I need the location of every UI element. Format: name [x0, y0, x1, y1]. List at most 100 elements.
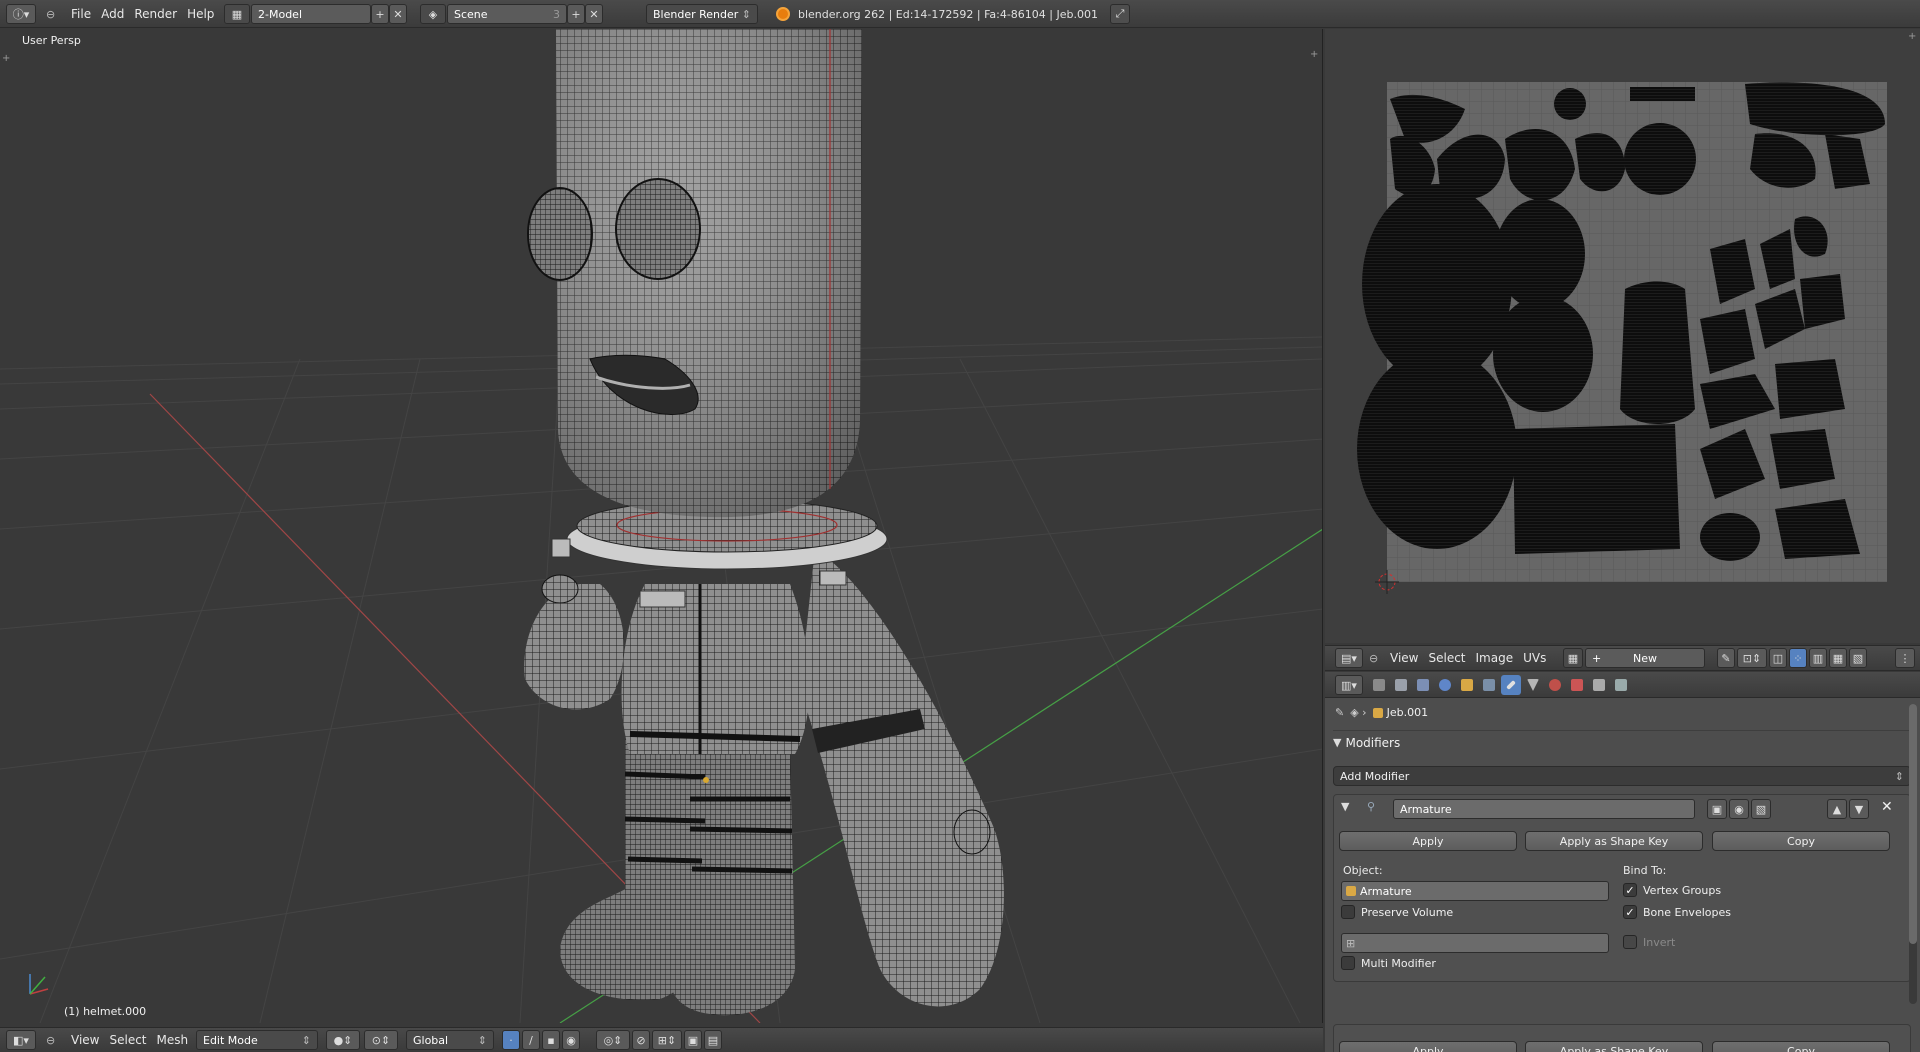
mode-selector[interactable]: Edit Mode ⇕: [196, 1030, 318, 1050]
vertex-select-icon[interactable]: ·: [502, 1030, 520, 1050]
scene-field[interactable]: Scene 3: [447, 4, 567, 24]
menu-select[interactable]: Select: [1423, 651, 1470, 665]
collapse-arrow-icon[interactable]: ▼: [1341, 800, 1349, 813]
invert-checkbox[interactable]: Invert: [1623, 935, 1675, 949]
move-down-icon[interactable]: ▼: [1849, 799, 1869, 819]
new-image[interactable]: + New: [1585, 648, 1705, 668]
add-screen-icon[interactable]: +: [371, 4, 389, 24]
mode-field[interactable]: Edit Mode ⇕: [196, 1030, 318, 1050]
add-modifier-dropdown[interactable]: Add Modifier ⇕: [1333, 766, 1911, 786]
viewport-visibility-icon[interactable]: ◉: [1729, 799, 1749, 819]
render-engine-selector[interactable]: Blender Render ⇕: [646, 4, 758, 24]
screen-layout-field[interactable]: 2-Model: [251, 4, 371, 24]
particles-tab-icon[interactable]: [1589, 675, 1609, 695]
pin-icon[interactable]: ✎: [1335, 706, 1344, 719]
scrollbar-thumb[interactable]: [1909, 704, 1917, 944]
image-browse[interactable]: ▦: [1563, 648, 1583, 668]
menu-view[interactable]: View: [66, 1033, 104, 1047]
render-visibility-icon[interactable]: ▣: [1707, 799, 1727, 819]
snap-magnet-icon[interactable]: ⊘: [632, 1030, 650, 1050]
vertex-groups-checkbox[interactable]: ✓ Vertex Groups: [1623, 883, 1721, 897]
render-animation-icon[interactable]: ▤: [704, 1030, 722, 1050]
editor-type-info[interactable]: ⓘ▾: [6, 4, 36, 24]
menu-select[interactable]: Select: [104, 1033, 151, 1047]
island-select-icon[interactable]: ▧: [1849, 648, 1867, 668]
occlude-geometry-icon[interactable]: ◉: [562, 1030, 580, 1050]
render-layers-tab-icon[interactable]: [1391, 675, 1411, 695]
fullscreen-icon[interactable]: ⤢: [1110, 4, 1130, 24]
viewport-shading[interactable]: ●⇕: [326, 1030, 360, 1050]
checkbox-empty[interactable]: [1341, 905, 1355, 919]
multi-modifier-checkbox[interactable]: Multi Modifier: [1341, 956, 1436, 970]
properties-editor-icon[interactable]: ▥▾: [1335, 675, 1363, 695]
screen-layout-selector[interactable]: ▦ 2-Model + ✕: [224, 4, 407, 24]
screen-layout-icon[interactable]: ▦: [224, 4, 250, 24]
move-up-icon[interactable]: ▲: [1827, 799, 1847, 819]
editor-type-image[interactable]: ▤▾: [1335, 648, 1363, 668]
editor-type-properties[interactable]: ▥▾: [1335, 675, 1363, 695]
copy-button[interactable]: Copy: [1712, 1041, 1890, 1052]
shading-solid-icon[interactable]: ●⇕: [326, 1030, 360, 1050]
checkmark-icon[interactable]: ✓: [1623, 883, 1637, 897]
object-tab-icon[interactable]: [1457, 675, 1477, 695]
pin-icon[interactable]: ✎: [1717, 648, 1735, 668]
proportional-edit-icon[interactable]: ◎⇕: [596, 1030, 630, 1050]
uv-image-editor[interactable]: +: [1325, 29, 1920, 643]
world-tab-icon[interactable]: [1435, 675, 1455, 695]
material-tab-icon[interactable]: [1545, 675, 1565, 695]
constraints-tab-icon[interactable]: [1479, 675, 1499, 695]
menu-render[interactable]: Render: [129, 7, 182, 21]
collapse-menus-icon[interactable]: ⊖: [46, 4, 55, 24]
bone-envelopes-checkbox[interactable]: ✓ Bone Envelopes: [1623, 905, 1731, 919]
region-plus-icon[interactable]: +: [1908, 31, 1916, 42]
info-icon[interactable]: ⓘ▾: [6, 4, 36, 24]
remove-modifier[interactable]: ✕: [1881, 799, 1893, 815]
sync-selection-icon[interactable]: ◫: [1769, 648, 1787, 668]
face-select-icon[interactable]: ▦: [1829, 648, 1847, 668]
scene-tab-icon[interactable]: [1413, 675, 1433, 695]
modifiers-panel-header[interactable]: ▼ Modifiers: [1333, 730, 1911, 754]
scene-icon[interactable]: ◈: [420, 4, 446, 24]
new-image-button[interactable]: + New: [1585, 648, 1705, 668]
collapse-menus-icon[interactable]: ⊖: [1369, 648, 1378, 668]
edge-select-icon[interactable]: /: [522, 1030, 540, 1050]
face-select-icon[interactable]: ▪: [542, 1030, 560, 1050]
menu-image[interactable]: Image: [1471, 651, 1519, 665]
pivot-icon[interactable]: ⊡⇕: [1737, 648, 1767, 668]
close-icon[interactable]: ✕: [1881, 799, 1893, 815]
apply-button[interactable]: Apply: [1339, 831, 1517, 851]
scene-selector[interactable]: ◈ Scene 3 + ✕: [420, 4, 603, 24]
menu-add[interactable]: Add: [96, 7, 129, 21]
overflow-icon[interactable]: ⋮: [1895, 648, 1915, 668]
checkbox-disabled[interactable]: [1623, 935, 1637, 949]
data-tab-icon[interactable]: [1523, 675, 1543, 695]
render-engine-field[interactable]: Blender Render ⇕: [646, 4, 758, 24]
region-plus-icon[interactable]: +: [2, 53, 10, 64]
modifier-wrench-icon[interactable]: [1501, 675, 1521, 695]
fullscreen-toggle[interactable]: ⤢: [1110, 4, 1130, 24]
pivot-icon[interactable]: ⊙⇕: [364, 1030, 398, 1050]
apply-button[interactable]: Apply: [1339, 1041, 1517, 1052]
menu-file[interactable]: File: [66, 7, 96, 21]
region-plus-icon[interactable]: +: [1310, 49, 1318, 60]
add-scene-icon[interactable]: +: [567, 4, 585, 24]
modifier-expand[interactable]: ▼: [1341, 800, 1349, 813]
menu-uvs[interactable]: UVs: [1518, 651, 1551, 665]
orientation-selector[interactable]: Global ⇕: [406, 1030, 494, 1050]
vertex-select-icon[interactable]: ⁘: [1789, 648, 1807, 668]
sticky-mode-icon[interactable]: ⋮: [1895, 648, 1915, 668]
menu-help[interactable]: Help: [182, 7, 219, 21]
menu-view[interactable]: View: [1385, 651, 1423, 665]
snap-element-icon[interactable]: ⊞⇕: [652, 1030, 682, 1050]
object-field[interactable]: Armature: [1341, 881, 1609, 901]
collapse-menus-icon[interactable]: ⊖: [46, 1030, 55, 1050]
physics-tab-icon[interactable]: [1611, 675, 1631, 695]
checkbox-empty[interactable]: [1341, 956, 1355, 970]
apply-as-shape-key-button[interactable]: Apply as Shape Key: [1525, 831, 1703, 851]
render-tab-icon[interactable]: [1369, 675, 1389, 695]
edit-mode-visibility-icon[interactable]: ▧: [1751, 799, 1771, 819]
menu-mesh[interactable]: Mesh: [152, 1033, 194, 1047]
orientation-field[interactable]: Global ⇕: [406, 1030, 494, 1050]
apply-as-shape-key-button[interactable]: Apply as Shape Key: [1525, 1041, 1703, 1052]
pivot-point[interactable]: ⊙⇕: [364, 1030, 398, 1050]
